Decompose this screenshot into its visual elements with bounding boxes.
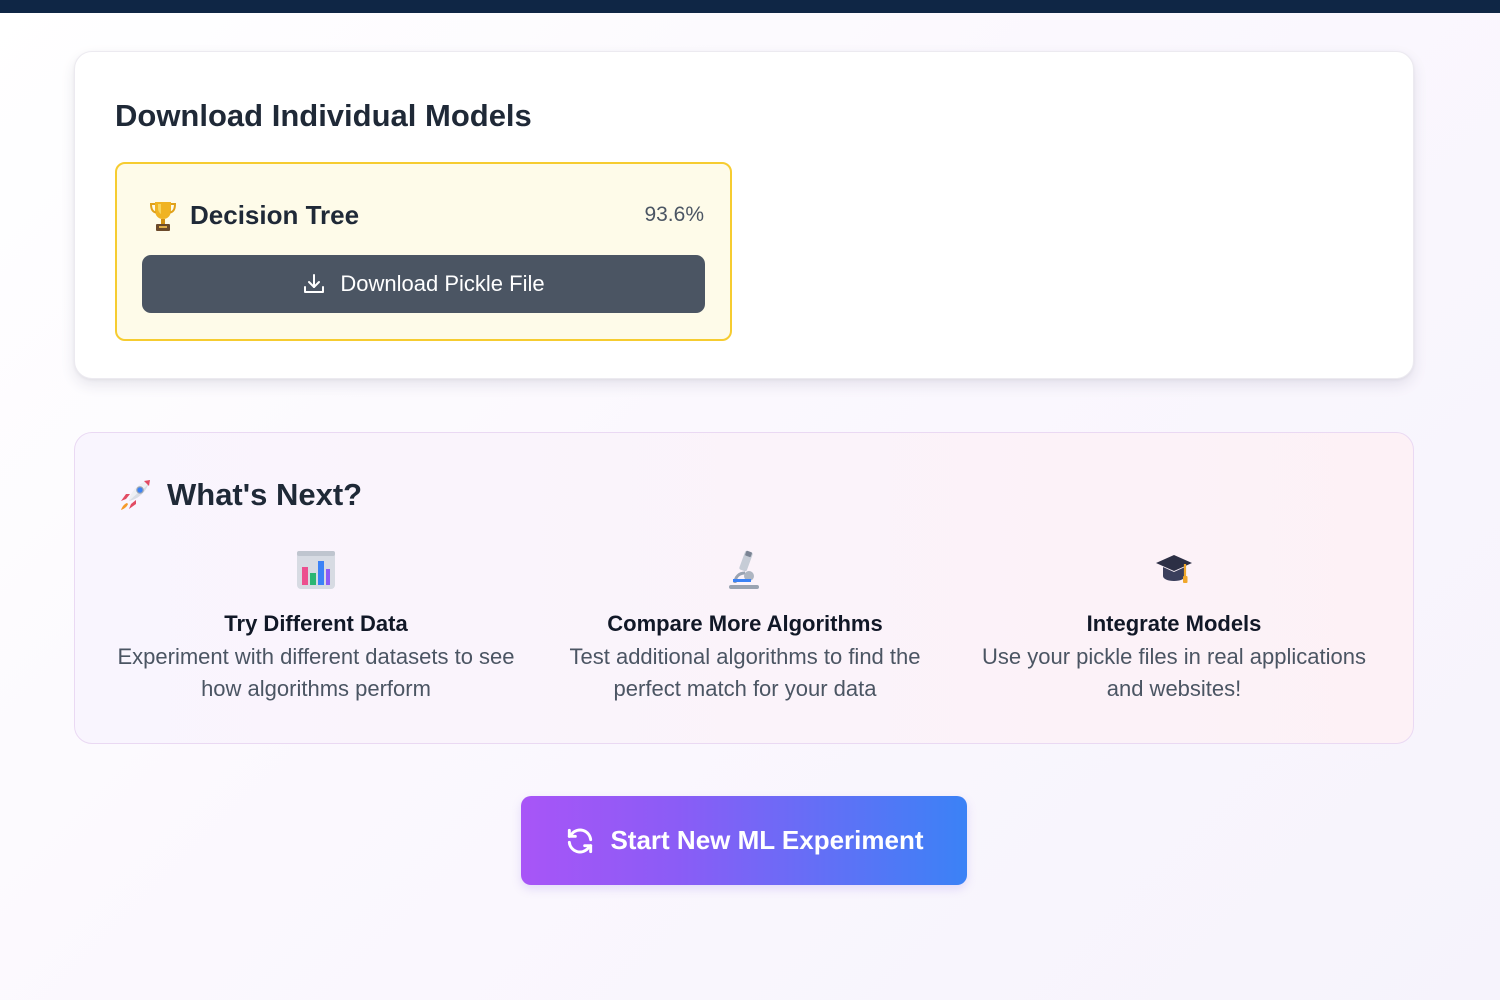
start-new-experiment-label: Start New ML Experiment <box>610 825 924 855</box>
model-accuracy: 93.6% <box>644 203 704 226</box>
top-header-bar <box>0 0 1500 13</box>
feature-title: Try Different Data <box>224 611 408 636</box>
download-pickle-label: Download Pickle File <box>340 271 545 296</box>
refresh-icon <box>564 825 596 857</box>
whats-next-card: What's Next? Try Different Data Experime… <box>74 432 1414 744</box>
feature-try-different-data: Try Different Data Experiment with diffe… <box>116 549 516 705</box>
download-icon <box>302 272 326 296</box>
feature-description: Experiment with different datasets to se… <box>117 644 515 701</box>
rocket-icon <box>117 477 153 513</box>
download-models-card: Download Individual Models Decision Tree… <box>74 51 1414 379</box>
feature-integrate-models: Integrate Models Use your pickle files i… <box>974 549 1374 705</box>
start-new-experiment-button[interactable]: Start New ML Experiment <box>521 796 967 885</box>
whats-next-title: What's Next? <box>167 477 363 512</box>
feature-description: Test additional algorithms to find the p… <box>569 644 921 701</box>
model-name: Decision Tree <box>190 200 360 230</box>
feature-title: Integrate Models <box>1086 611 1262 636</box>
microscope-icon <box>725 549 765 591</box>
feature-title: Compare More Algorithms <box>607 611 883 636</box>
model-card-decision-tree: Decision Tree 93.6% Download Pickle File <box>115 162 732 341</box>
trophy-icon <box>149 200 177 232</box>
download-pickle-button[interactable]: Download Pickle File <box>142 255 705 313</box>
bar-chart-icon <box>296 549 336 591</box>
download-section-title: Download Individual Models <box>115 98 532 133</box>
feature-compare-algorithms: Compare More Algorithms Test additional … <box>545 549 945 705</box>
feature-description: Use your pickle files in real applicatio… <box>982 644 1366 701</box>
graduation-cap-icon <box>1154 549 1194 591</box>
